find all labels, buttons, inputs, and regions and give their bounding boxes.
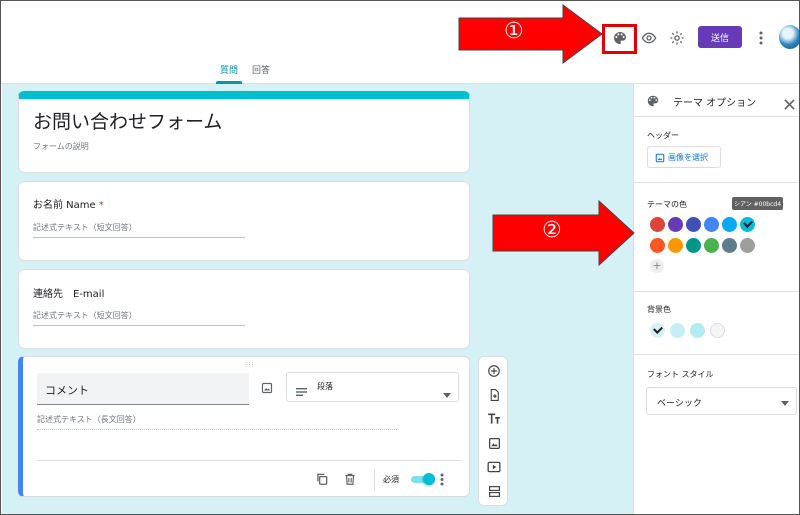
required-toggle[interactable] bbox=[411, 473, 435, 485]
dropdown-arrow-icon bbox=[443, 383, 451, 402]
theme-color-swatch[interactable] bbox=[704, 238, 719, 253]
panel-title: テーマ オプション bbox=[673, 98, 757, 109]
palette-icon[interactable] bbox=[609, 27, 631, 49]
add-question-plus-circle-icon[interactable] bbox=[486, 363, 502, 379]
theme-color-swatch[interactable] bbox=[668, 238, 683, 253]
select-image-button[interactable]: 画像を選択 bbox=[647, 146, 721, 168]
required-asterisk: * bbox=[98, 200, 104, 211]
paragraph-lines-icon bbox=[296, 382, 307, 401]
form-description[interactable]: フォームの説明 bbox=[33, 141, 89, 152]
step-2-arrow: ② bbox=[492, 199, 635, 267]
background-color-swatch[interactable] bbox=[650, 323, 665, 338]
theme-color-swatch[interactable] bbox=[686, 238, 701, 253]
font-style-section: フォント スタイル bbox=[634, 354, 799, 514]
required-label: 必須 bbox=[383, 475, 399, 484]
long-answer-placeholder: 記述式テキスト（長文回答） bbox=[37, 414, 397, 430]
card-more-options-icon[interactable] bbox=[440, 471, 444, 490]
preview-eye-icon[interactable] bbox=[638, 27, 660, 49]
background-color-swatch[interactable] bbox=[670, 323, 685, 338]
font-style-select[interactable]: ベーシック bbox=[646, 387, 797, 415]
background-color-swatch[interactable] bbox=[690, 323, 705, 338]
add-title-text-icon[interactable] bbox=[486, 411, 502, 427]
question-title: お名前 Name * bbox=[33, 200, 104, 211]
send-button[interactable]: 送信 bbox=[698, 26, 742, 48]
select-image-label: 画像を選択 bbox=[668, 152, 708, 162]
duplicate-icon[interactable] bbox=[315, 471, 329, 490]
footer-separator bbox=[374, 470, 375, 490]
theme-color-swatch[interactable] bbox=[704, 217, 719, 232]
dropdown-arrow-icon bbox=[781, 399, 789, 409]
image-icon bbox=[655, 153, 665, 165]
theme-color-swatch[interactable] bbox=[686, 217, 701, 232]
theme-color-swatch[interactable] bbox=[650, 217, 665, 232]
drag-handle-icon[interactable]: ⁝⁝⁝ bbox=[245, 361, 255, 369]
import-questions-icon[interactable] bbox=[486, 387, 502, 403]
font-style-label: フォント スタイル bbox=[647, 370, 714, 379]
step-2-label: ② bbox=[542, 218, 562, 243]
background-color-swatch[interactable] bbox=[710, 323, 725, 338]
add-image-icon[interactable] bbox=[486, 435, 502, 451]
header-label: ヘッダー bbox=[647, 131, 679, 140]
theme-color-swatch[interactable] bbox=[740, 238, 755, 253]
add-image-icon[interactable] bbox=[261, 379, 273, 398]
theme-color-swatch[interactable] bbox=[722, 238, 737, 253]
font-style-value: ベーシック bbox=[657, 399, 702, 409]
form-title-card[interactable]: お問い合わせフォーム フォームの説明 bbox=[18, 91, 470, 173]
add-custom-color-button[interactable]: + bbox=[650, 259, 664, 273]
tab-responses[interactable]: 回答 bbox=[252, 63, 270, 76]
palette-icon bbox=[646, 93, 660, 112]
top-bar: 送信 質問 回答 bbox=[1, 1, 799, 84]
step-1-label: ① bbox=[504, 19, 524, 44]
theme-options-panel: テーマ オプション ヘッダー 画像を選択 テーマの色 背景色 フォント スタイル bbox=[633, 84, 799, 514]
question-type-label: 段落 bbox=[317, 382, 333, 391]
question-card-comment-active[interactable]: ⁝⁝⁝ コメント 段落 記述式テキスト（長文回答） 必須 bbox=[18, 356, 470, 497]
theme-color-swatch[interactable] bbox=[740, 217, 755, 232]
question-add-toolbar bbox=[478, 356, 508, 506]
more-options-icon[interactable] bbox=[754, 27, 768, 49]
theme-color-swatch[interactable] bbox=[650, 238, 665, 253]
question-type-select[interactable]: 段落 bbox=[286, 372, 459, 402]
tab-questions[interactable]: 質問 bbox=[220, 63, 238, 76]
add-video-icon[interactable] bbox=[486, 459, 502, 475]
form-title[interactable]: お問い合わせフォーム bbox=[33, 107, 222, 134]
background-color-label: 背景色 bbox=[647, 305, 671, 314]
settings-gear-icon[interactable] bbox=[666, 27, 688, 49]
app-window: 送信 質問 回答 お問い合わせフォーム フォームの説明 お名前 Name * 記述… bbox=[0, 0, 800, 515]
theme-color-label: テーマの色 bbox=[647, 200, 687, 209]
short-answer-placeholder: 記述式テキスト（短文回答） bbox=[33, 222, 245, 238]
color-tooltip: シアン #00bcd4 bbox=[732, 197, 783, 210]
question-title: 連絡先 E-mail bbox=[33, 289, 105, 300]
question-card-email[interactable]: 連絡先 E-mail 記述式テキスト（短文回答） bbox=[18, 269, 470, 349]
theme-color-swatch[interactable] bbox=[668, 217, 683, 232]
card-footer-divider bbox=[37, 460, 462, 461]
account-avatar[interactable] bbox=[779, 25, 799, 49]
question-title-input[interactable]: コメント bbox=[37, 373, 249, 405]
add-section-icon[interactable] bbox=[486, 483, 502, 499]
question-card-name[interactable]: お名前 Name * 記述式テキスト（短文回答） bbox=[18, 181, 470, 261]
step-1-arrow: ① bbox=[458, 4, 603, 64]
theme-color-swatch[interactable] bbox=[722, 217, 737, 232]
short-answer-placeholder: 記述式テキスト（短文回答） bbox=[33, 310, 245, 326]
close-icon[interactable] bbox=[784, 95, 795, 114]
delete-trash-icon[interactable] bbox=[343, 471, 357, 490]
